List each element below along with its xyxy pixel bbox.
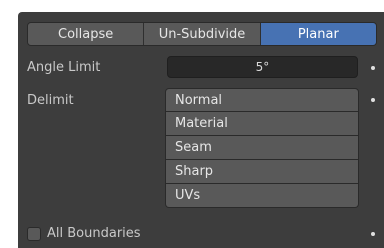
- all-boundaries-keyframe-dot-icon[interactable]: [371, 232, 375, 236]
- delimit-keyframe-dot-icon[interactable]: [371, 98, 375, 102]
- delimit-seam-toggle[interactable]: Seam: [165, 136, 359, 160]
- delimit-sharp-toggle[interactable]: Sharp: [165, 160, 359, 184]
- all-boundaries-row[interactable]: All Boundaries: [27, 226, 141, 241]
- delimit-options: Normal Material Seam Sharp UVs: [165, 88, 359, 208]
- un-subdivide-button[interactable]: Un-Subdivide: [144, 23, 261, 45]
- all-boundaries-checkbox[interactable]: [27, 226, 41, 241]
- planar-button[interactable]: Planar: [260, 23, 376, 45]
- delimit-material-toggle[interactable]: Material: [165, 112, 359, 136]
- decimate-mode-selector: Collapse Un-Subdivide Planar: [27, 22, 377, 46]
- angle-limit-label: Angle Limit: [27, 60, 101, 75]
- delimit-uvs-toggle[interactable]: UVs: [165, 184, 359, 208]
- angle-limit-keyframe-dot-icon[interactable]: [371, 66, 375, 70]
- decimate-settings-panel: Collapse Un-Subdivide Planar Angle Limit…: [18, 12, 384, 248]
- angle-limit-field[interactable]: 5°: [167, 56, 358, 78]
- delimit-normal-toggle[interactable]: Normal: [165, 88, 359, 112]
- all-boundaries-label: All Boundaries: [47, 226, 141, 241]
- collapse-button[interactable]: Collapse: [28, 23, 145, 45]
- delimit-label: Delimit: [27, 93, 74, 108]
- angle-limit-value: 5°: [255, 60, 270, 74]
